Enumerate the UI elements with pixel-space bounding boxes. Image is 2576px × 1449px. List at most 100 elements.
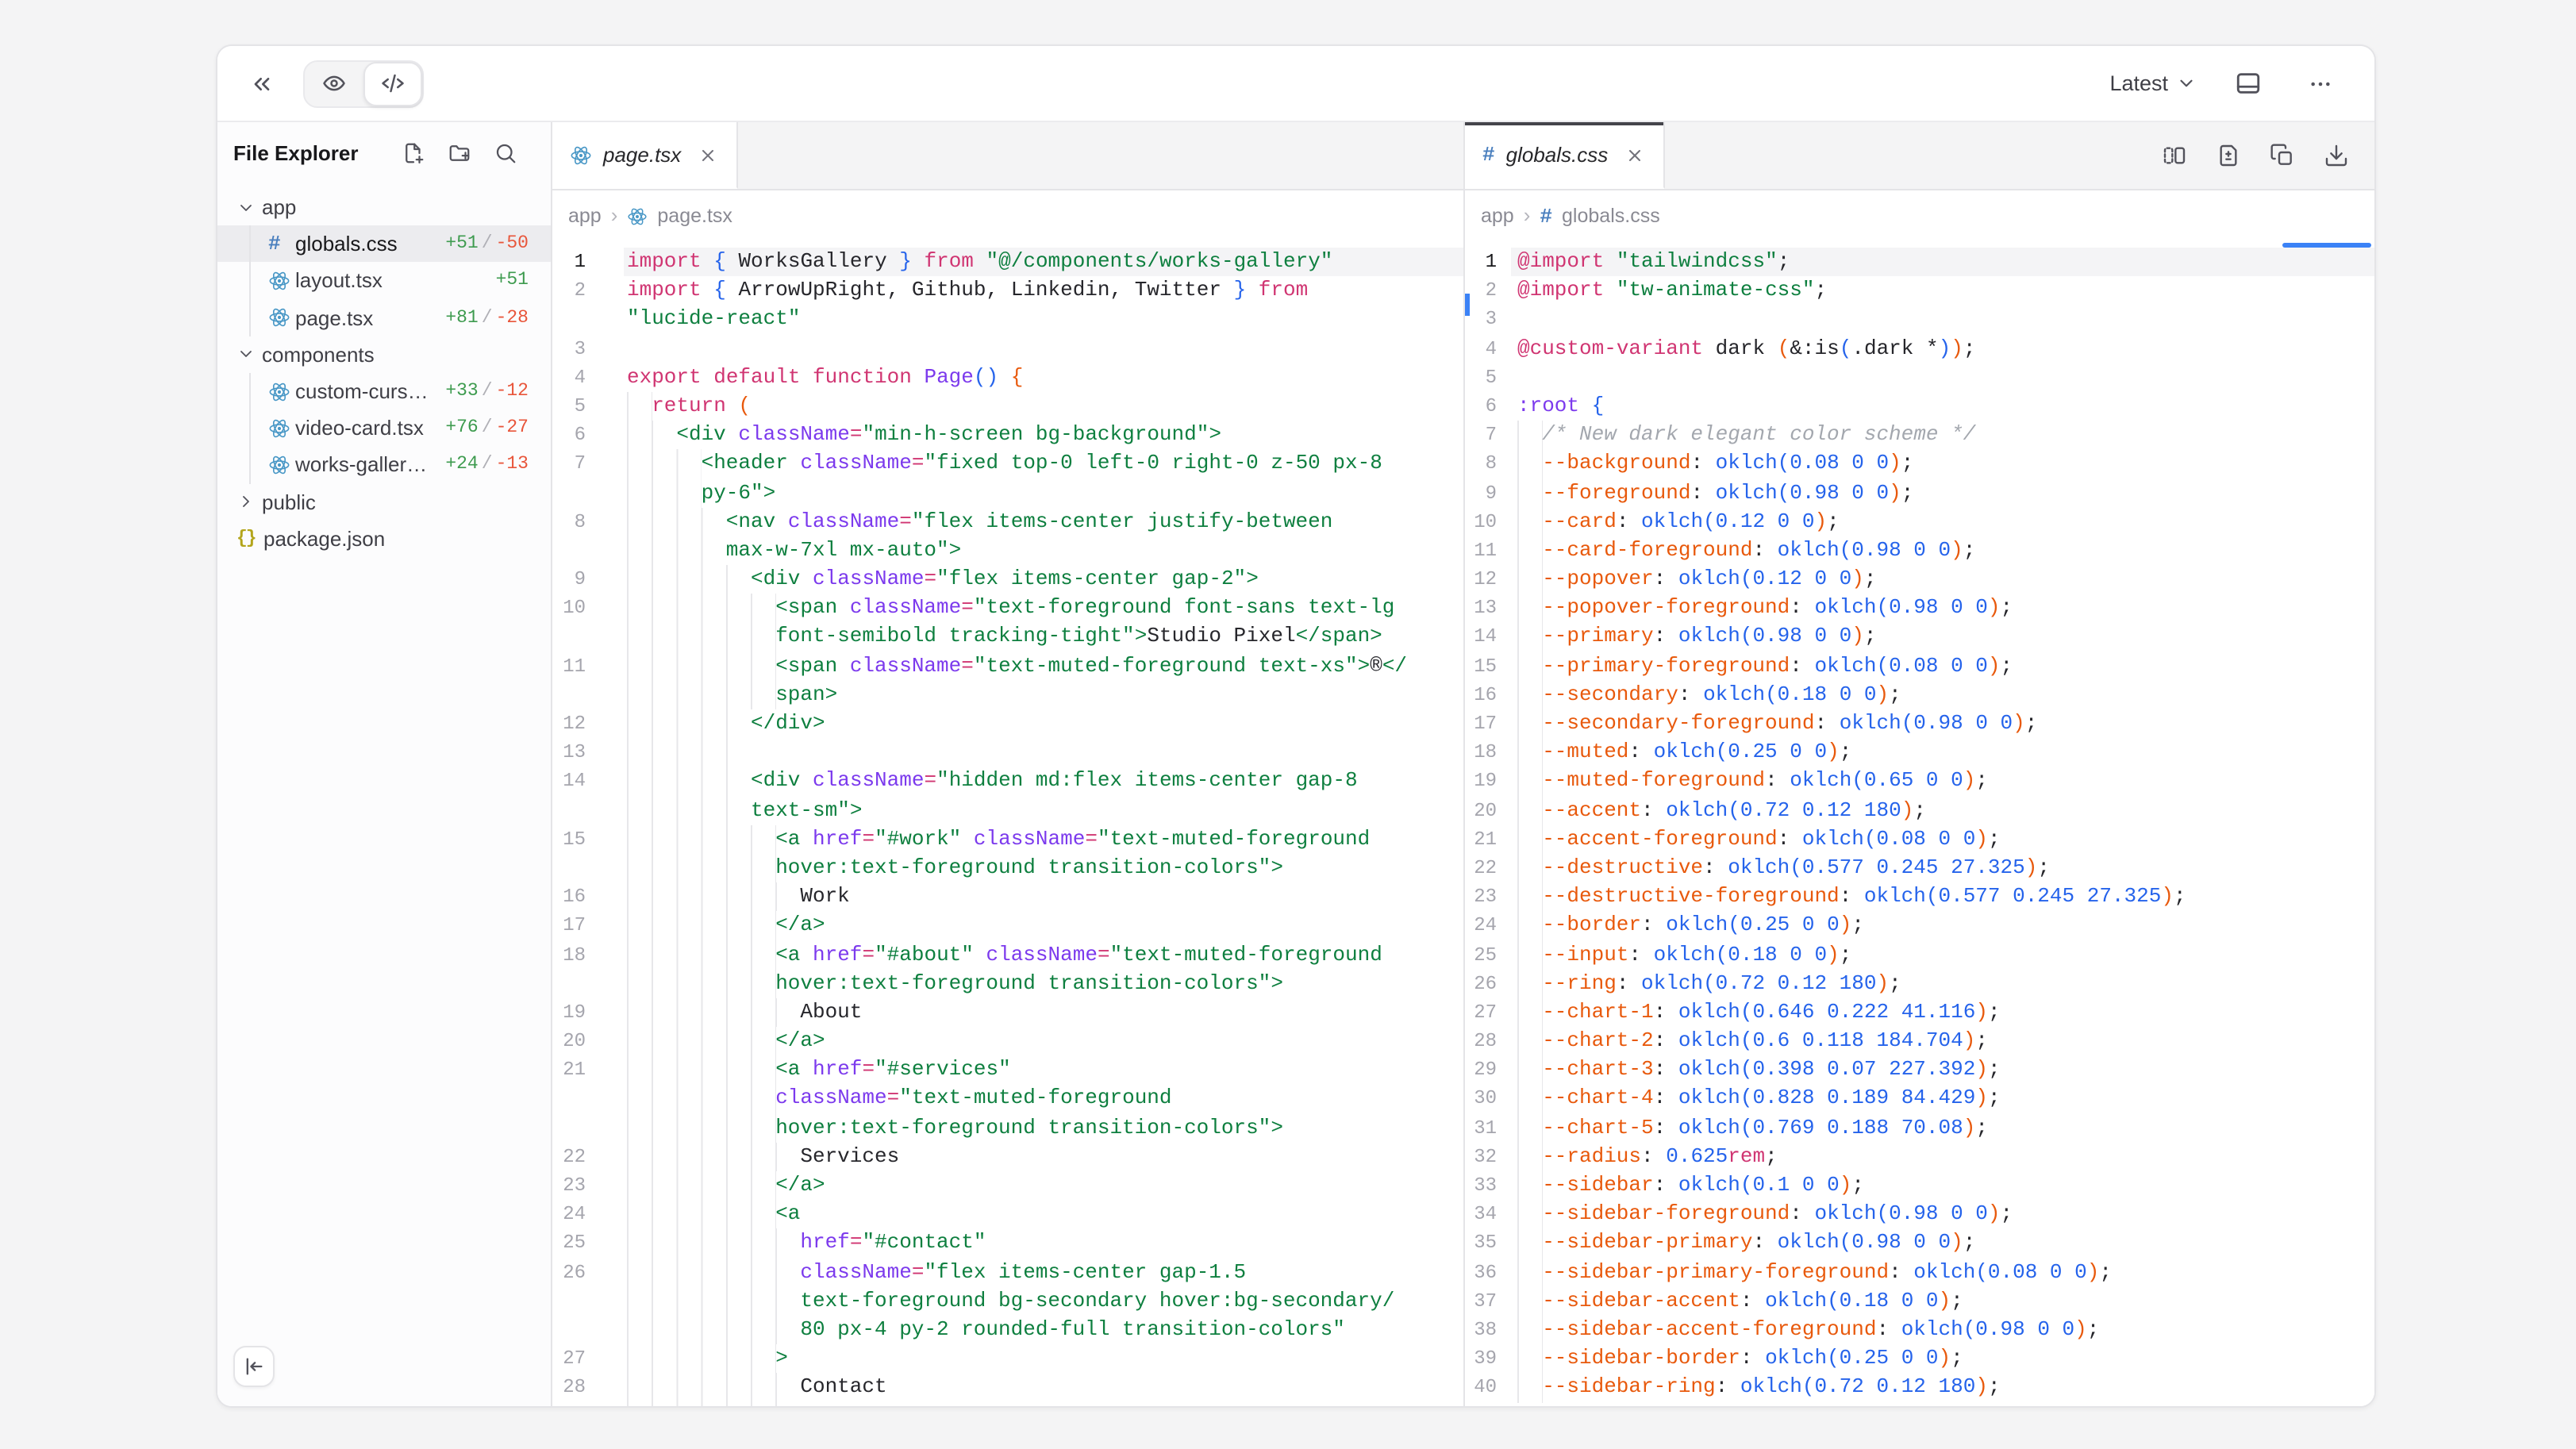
- css-icon: #: [268, 234, 295, 255]
- code-line: 13: [552, 738, 1463, 767]
- code-line: 33--sidebar: oklch(0.1 0 0);: [1465, 1171, 2374, 1200]
- code-line: 22Services: [552, 1143, 1463, 1171]
- preview-toggle-button[interactable]: [305, 61, 363, 106]
- search-button[interactable]: [490, 138, 519, 167]
- close-icon[interactable]: [1622, 142, 1647, 167]
- code-line: 20</a>: [552, 1027, 1463, 1055]
- code-line: 6<div className="min-h-screen bg-backgro…: [552, 421, 1463, 449]
- tab-globals-css[interactable]: # globals.css: [1465, 122, 1665, 189]
- breadcrumb-file[interactable]: globals.css: [1562, 205, 1660, 227]
- more-options-button[interactable]: [2298, 61, 2343, 106]
- code-line: 80 px-4 py-2 rounded-full transition-col…: [552, 1316, 1463, 1344]
- code-line: 10<span className="text-foreground font-…: [552, 594, 1463, 623]
- new-folder-button[interactable]: [444, 138, 473, 167]
- diff-change-marker: [1465, 294, 1470, 316]
- breadcrumb-root[interactable]: app: [1481, 205, 1514, 227]
- editor-pane-page-tsx: page.tsx app › page.tsx 1import { Wor: [552, 122, 1465, 1406]
- tab-page-tsx[interactable]: page.tsx: [552, 122, 738, 189]
- code-line: 9<div className="flex items-center gap-2…: [552, 565, 1463, 594]
- code-line: font-semibold tracking-tight">Studio Pix…: [552, 623, 1463, 651]
- react-icon: [268, 454, 295, 476]
- code-line: 8--background: oklch(0.08 0 0);: [1465, 450, 2374, 479]
- file-diff-icon: [2216, 143, 2241, 168]
- tab-label: page.tsx: [603, 143, 681, 167]
- code-line: 4@custom-variant dark (&:is(.dark *));: [1465, 334, 2374, 363]
- code-line: 5: [1465, 363, 2374, 392]
- tree-item-layout.tsx[interactable]: layout.tsx+51: [217, 263, 551, 299]
- split-view-button[interactable]: [2159, 140, 2190, 171]
- tree-indent-guide: [249, 373, 251, 483]
- code-editor-page-tsx[interactable]: 1import { WorksGallery } from "@/compone…: [552, 241, 1463, 1406]
- tree-item-works-galler[interactable]: works-galler…+24/-13: [217, 447, 551, 483]
- code-line: "lucide-react": [552, 306, 1463, 334]
- diff-stats: +81/-28: [445, 307, 551, 328]
- breadcrumb-file[interactable]: page.tsx: [657, 205, 732, 227]
- chevron-down-icon: [236, 345, 262, 364]
- view-toggle: [303, 60, 424, 107]
- editor-actions: [2159, 122, 2374, 189]
- diff-stats: +76/-27: [445, 417, 551, 438]
- code-line: 18<a href="#about" className="text-muted…: [552, 940, 1463, 969]
- collapse-sidebar-button[interactable]: [233, 1346, 275, 1387]
- react-icon: [268, 306, 295, 329]
- tree-item-package.json[interactable]: {}package.json: [217, 520, 551, 556]
- file-explorer-header: File Explorer: [217, 122, 551, 183]
- code-line: 16Work: [552, 882, 1463, 911]
- tab-label: globals.css: [1506, 143, 1609, 167]
- code-line: 20--accent: oklch(0.72 0.12 180);: [1465, 796, 2374, 824]
- code-line: 26className="flex items-center gap-1.5: [552, 1258, 1463, 1286]
- toolbar-right: Latest: [2109, 61, 2343, 106]
- code-line: 7<header className="fixed top-0 left-0 r…: [552, 450, 1463, 479]
- code-line: 23--destructive-foreground: oklch(0.577 …: [1465, 882, 2374, 911]
- code-line: 21<a href="#services": [552, 1056, 1463, 1085]
- main-area: File Explorer app#globals.css+51/-50layo…: [217, 122, 2374, 1406]
- tree-item-components[interactable]: components: [217, 336, 551, 373]
- code-line: 2@import "tw-animate-css";: [1465, 276, 2374, 305]
- chevron-right-icon: ›: [1524, 204, 1531, 225]
- code-line: 1import { WorksGallery } from "@/compone…: [552, 248, 1463, 276]
- tabbar-spacer: [738, 122, 1463, 189]
- breadcrumb-page-tsx: app › page.tsx: [552, 190, 1463, 241]
- code-line: 31--chart-5: oklch(0.769 0.188 70.08);: [1465, 1113, 2374, 1142]
- code-line: 21--accent-foreground: oklch(0.08 0 0);: [1465, 825, 2374, 854]
- code-line: 9--foreground: oklch(0.98 0 0);: [1465, 479, 2374, 507]
- collapse-chat-button[interactable]: [240, 61, 284, 106]
- diff-stats: +51/-50: [445, 234, 551, 255]
- top-toolbar: Latest: [217, 46, 2374, 122]
- download-button[interactable]: [2320, 140, 2352, 171]
- code-line: 29--chart-3: oklch(0.398 0.07 227.392);: [1465, 1056, 2374, 1085]
- tree-item-globals.css[interactable]: #globals.css+51/-50: [217, 225, 551, 262]
- code-line: 4export default function Page() {: [552, 363, 1463, 392]
- code-line: 38--sidebar-accent-foreground: oklch(0.9…: [1465, 1316, 2374, 1344]
- tabbar-spacer: [1665, 122, 2159, 189]
- code-toggle-button[interactable]: [363, 61, 422, 106]
- react-icon: [268, 380, 295, 402]
- code-editor-globals-css[interactable]: 1@import "tailwindcss";2@import "tw-anim…: [1465, 241, 2374, 1406]
- new-file-button[interactable]: [398, 138, 427, 167]
- diff-stats: +33/-12: [445, 381, 551, 402]
- code-line: 3: [1465, 306, 2374, 334]
- tree-item-page.tsx[interactable]: page.tsx+81/-28: [217, 299, 551, 336]
- code-line: 24--border: oklch(0.25 0 0);: [1465, 912, 2374, 940]
- file-explorer: File Explorer app#globals.css+51/-50layo…: [217, 122, 552, 1406]
- tree-item-app[interactable]: app: [217, 189, 551, 225]
- code-line: 35--sidebar-primary: oklch(0.98 0 0);: [1465, 1229, 2374, 1258]
- tree-item-custom-curs[interactable]: custom-curs…+33/-12: [217, 373, 551, 409]
- code-line: 12--popover: oklch(0.12 0 0);: [1465, 565, 2374, 594]
- file-diff-button[interactable]: [2213, 140, 2244, 171]
- code-line: 15--primary-foreground: oklch(0.08 0 0);: [1465, 651, 2374, 680]
- css-icon: #: [1540, 206, 1552, 226]
- code-line: 7/* New dark elegant color scheme */: [1465, 421, 2374, 449]
- version-selector[interactable]: Latest: [2109, 71, 2197, 95]
- scrollbar-thumb[interactable]: [2282, 243, 2371, 248]
- tree-item-video-card.tsx[interactable]: video-card.tsx+76/-27: [217, 409, 551, 446]
- breadcrumb-root[interactable]: app: [568, 205, 602, 227]
- close-icon[interactable]: [695, 142, 721, 167]
- tree-item-public[interactable]: public: [217, 483, 551, 520]
- copy-button[interactable]: [2266, 140, 2298, 171]
- code-line: 3: [552, 334, 1463, 363]
- react-icon: [570, 144, 592, 166]
- layout-panel-button[interactable]: [2225, 61, 2270, 106]
- code-line: 10--card: oklch(0.12 0 0);: [1465, 507, 2374, 536]
- code-line: 23</a>: [552, 1171, 1463, 1200]
